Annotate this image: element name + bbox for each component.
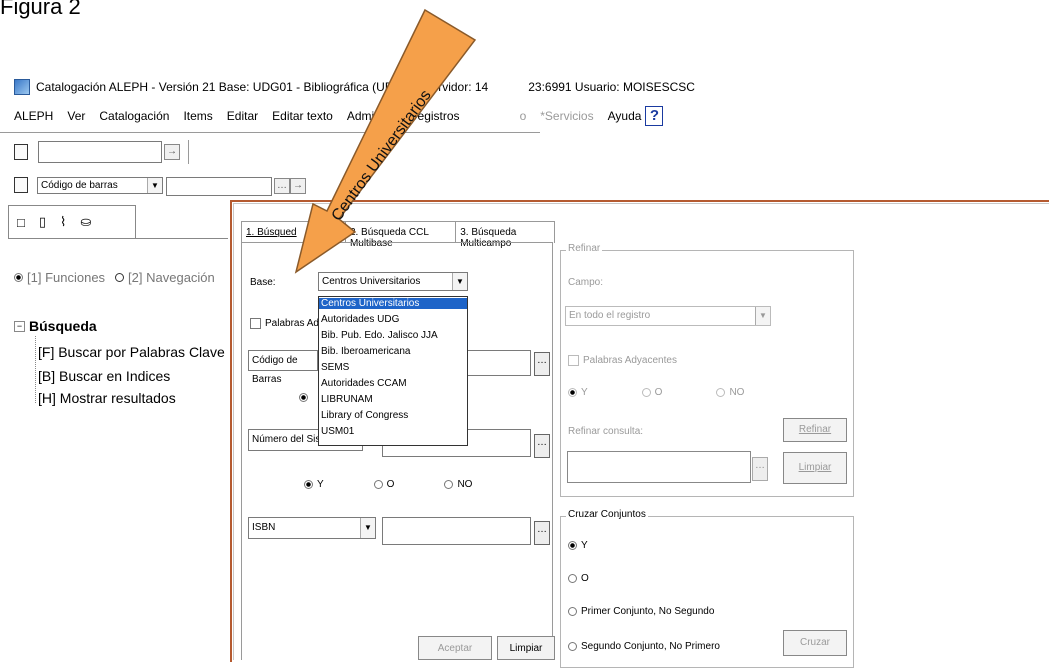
- callout-arrow-overlay: Centros Universitarios: [294, 8, 477, 274]
